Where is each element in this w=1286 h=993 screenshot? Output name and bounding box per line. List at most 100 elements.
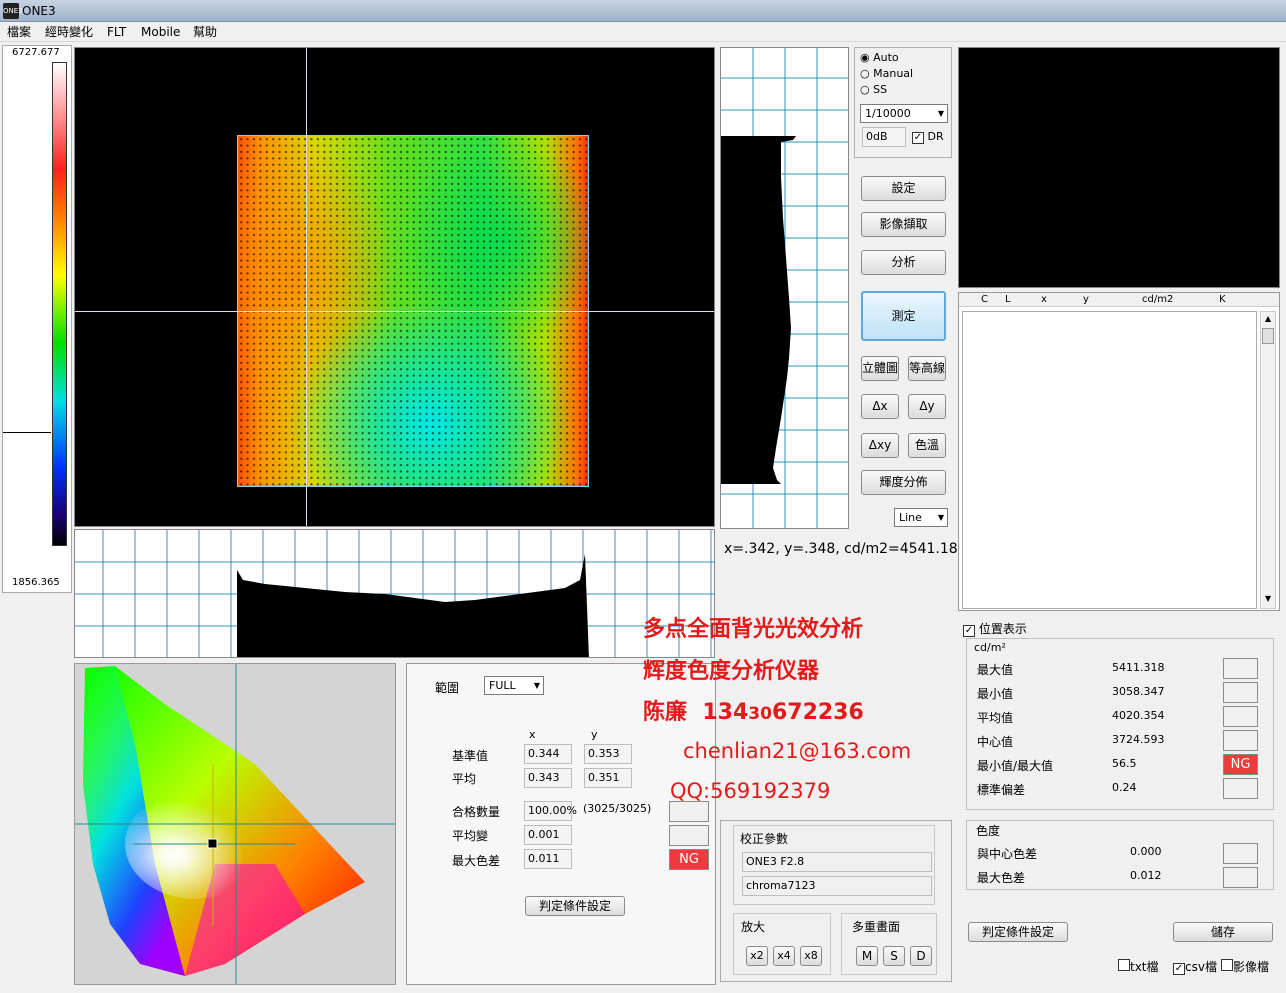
analyze-button[interactable]: 分析 (861, 250, 946, 275)
avgdiff-status-box (669, 825, 709, 846)
scroll-down-icon[interactable]: ▼ (1265, 594, 1271, 603)
menu-file[interactable]: 檔案 (7, 24, 31, 40)
menu-time-change[interactable]: 經時變化 (45, 24, 93, 40)
chroma-stat-label: 與中心色差 (977, 847, 1038, 861)
save-button[interactable]: 儲存 (1173, 922, 1273, 942)
pass-status-box (669, 801, 709, 822)
zoom-x4-button[interactable]: x4 (773, 946, 795, 966)
colorbar-max: 6727.677 (12, 47, 60, 58)
calibration-area: 校正參數 ONE3 F2.8 chroma7123 放大 x2 x4 x8 多重… (720, 820, 952, 982)
menu-bar: 檔案 經時變化 FLT Mobile 幫助 (0, 22, 1286, 42)
lum-stat-value: 3058.347 (1112, 685, 1165, 698)
line-mode-select[interactable]: Line (894, 508, 948, 527)
measure-button[interactable]: 測定 (861, 291, 946, 341)
view-m-button[interactable]: M (856, 946, 878, 966)
menu-flt[interactable]: FLT (107, 24, 126, 40)
chroma-stat-status-box (1223, 843, 1258, 864)
contour-button[interactable]: 等高線 (908, 356, 946, 381)
checkbox-checked-icon: ✓ (1173, 963, 1185, 975)
data-table[interactable]: C L x y cd/m2 K 110.3460.3545327.5654982… (958, 292, 1280, 611)
base-label: 基準值 (452, 749, 489, 763)
view-d-button[interactable]: D (910, 946, 932, 966)
scroll-thumb[interactable] (1262, 328, 1274, 344)
menu-mobile[interactable]: Mobile (141, 24, 180, 40)
crosshair-horizontal[interactable] (75, 311, 714, 312)
chroma-stat-value: 0.012 (1130, 869, 1162, 882)
lum-stat-label: 最大值 (977, 663, 1014, 677)
lum-stat-status-box (1223, 730, 1258, 751)
settings-button[interactable]: 設定 (861, 176, 946, 201)
overlay-line1: 多点全面背光光效分析 (643, 617, 864, 642)
cie-diagram-chart (75, 664, 395, 984)
radio-icon: ○ (860, 83, 870, 96)
txt-checkbox[interactable]: txt檔 (1118, 958, 1159, 975)
luminance-image-panel[interactable] (74, 47, 715, 527)
checkbox-checked-icon: ✓ (912, 132, 924, 144)
criteria-settings-button[interactable]: 判定條件設定 (525, 896, 625, 916)
chroma-title: 色度 (976, 824, 1001, 838)
cie-chromaticity-diagram[interactable] (74, 663, 396, 985)
gain-field[interactable]: 0dB (862, 127, 906, 147)
plot3d-button[interactable]: 立體圖 (861, 356, 899, 381)
maxdiff-field: 0.011 (524, 849, 572, 869)
calibration-group: 校正參數 ONE3 F2.8 chroma7123 (733, 825, 935, 905)
zoom-x2-button[interactable]: x2 (746, 946, 768, 966)
capture-button[interactable]: 影像擷取 (861, 212, 946, 237)
avg-x-field[interactable]: 0.343 (524, 768, 572, 788)
chroma-stats-group: 色度 與中心色差 0.000 最大色差 0.012 (966, 820, 1274, 890)
col-l: L (1005, 294, 1011, 305)
lum-stat-status-box (1223, 658, 1258, 679)
delta-x-button[interactable]: Δx (861, 394, 899, 419)
shutter-select[interactable]: 1/10000 (860, 104, 948, 123)
csv-checkbox[interactable]: ✓ csv檔 (1173, 958, 1217, 975)
cursor-readout: x=.342, y=.348, cd/m2=4541.182 (724, 541, 967, 557)
colorbar-panel: 6727.677 1856.365 (2, 45, 72, 593)
pass-label: 合格數量 (452, 805, 501, 819)
lum-stat-value: 0.24 (1112, 781, 1137, 794)
lum-stat-label: 最小值/最大值 (977, 759, 1054, 773)
lum-stat-label: 最小值 (977, 687, 1014, 701)
luminance-distribution-button[interactable]: 輝度分佈 (861, 470, 946, 495)
dr-checkbox[interactable]: ✓ DR (912, 130, 944, 144)
mode-ss-radio[interactable]: ○ SS (860, 83, 887, 96)
zoom-x8-button[interactable]: x8 (800, 946, 822, 966)
lum-stat-status-box (1223, 778, 1258, 799)
mode-manual-radio[interactable]: ○ Manual (860, 67, 913, 80)
table-body: 110.3460.3545327.5654982210.3470.3554884… (962, 311, 1257, 609)
menu-help[interactable]: 幫助 (193, 24, 217, 40)
lum-stat-ng-badge: NG (1223, 754, 1258, 775)
exposure-group: ◉ Auto ○ Manual ○ SS 1/10000 0dB ✓ DR (854, 47, 952, 158)
delta-y-button[interactable]: Δy (908, 394, 946, 419)
position-display-checkbox[interactable]: ✓ 位置表示 (963, 620, 1027, 637)
app-icon: ONE3 (3, 3, 23, 19)
color-temp-button[interactable]: 色溫 (908, 433, 946, 458)
criteria-settings-button-right[interactable]: 判定條件設定 (968, 922, 1068, 942)
checkbox-icon (1221, 959, 1233, 971)
checkbox-checked-icon: ✓ (963, 625, 975, 637)
delta-xy-button[interactable]: Δxy (861, 433, 899, 458)
lum-stat-status-box (1223, 706, 1258, 727)
pass-count: (3025/3025) (583, 802, 652, 815)
image-file-checkbox[interactable]: 影像檔 (1221, 958, 1269, 975)
scroll-up-icon[interactable]: ▲ (1265, 314, 1271, 323)
overlay-email: chenlian21@163.com (683, 739, 912, 763)
col-x-header: x (529, 728, 536, 741)
lum-stat-status-box (1223, 682, 1258, 703)
avg-y-field[interactable]: 0.351 (584, 768, 632, 788)
range-select[interactable]: FULL (484, 676, 544, 695)
luminance-unit: cd/m² (974, 641, 1006, 654)
mode-auto-radio[interactable]: ◉ Auto (860, 51, 899, 64)
base-y-field[interactable]: 0.353 (584, 744, 632, 764)
view-s-button[interactable]: S (883, 946, 905, 966)
lum-stat-label: 平均值 (977, 711, 1014, 725)
lum-stat-value: 3724.593 (1112, 733, 1165, 746)
chroma-stat-value: 0.000 (1130, 845, 1162, 858)
base-x-field[interactable]: 0.344 (524, 744, 572, 764)
overlay-line3: 陈廉 13430672236 (643, 700, 864, 725)
radio-selected-icon: ◉ (860, 51, 870, 64)
table-scrollbar[interactable]: ▲ ▼ (1260, 311, 1276, 609)
col-x: x (1041, 294, 1047, 305)
avgdiff-label: 平均變 (452, 829, 489, 843)
crosshair-vertical[interactable] (306, 48, 307, 526)
overlay-line2: 辉度色度分析仪器 (643, 659, 820, 684)
